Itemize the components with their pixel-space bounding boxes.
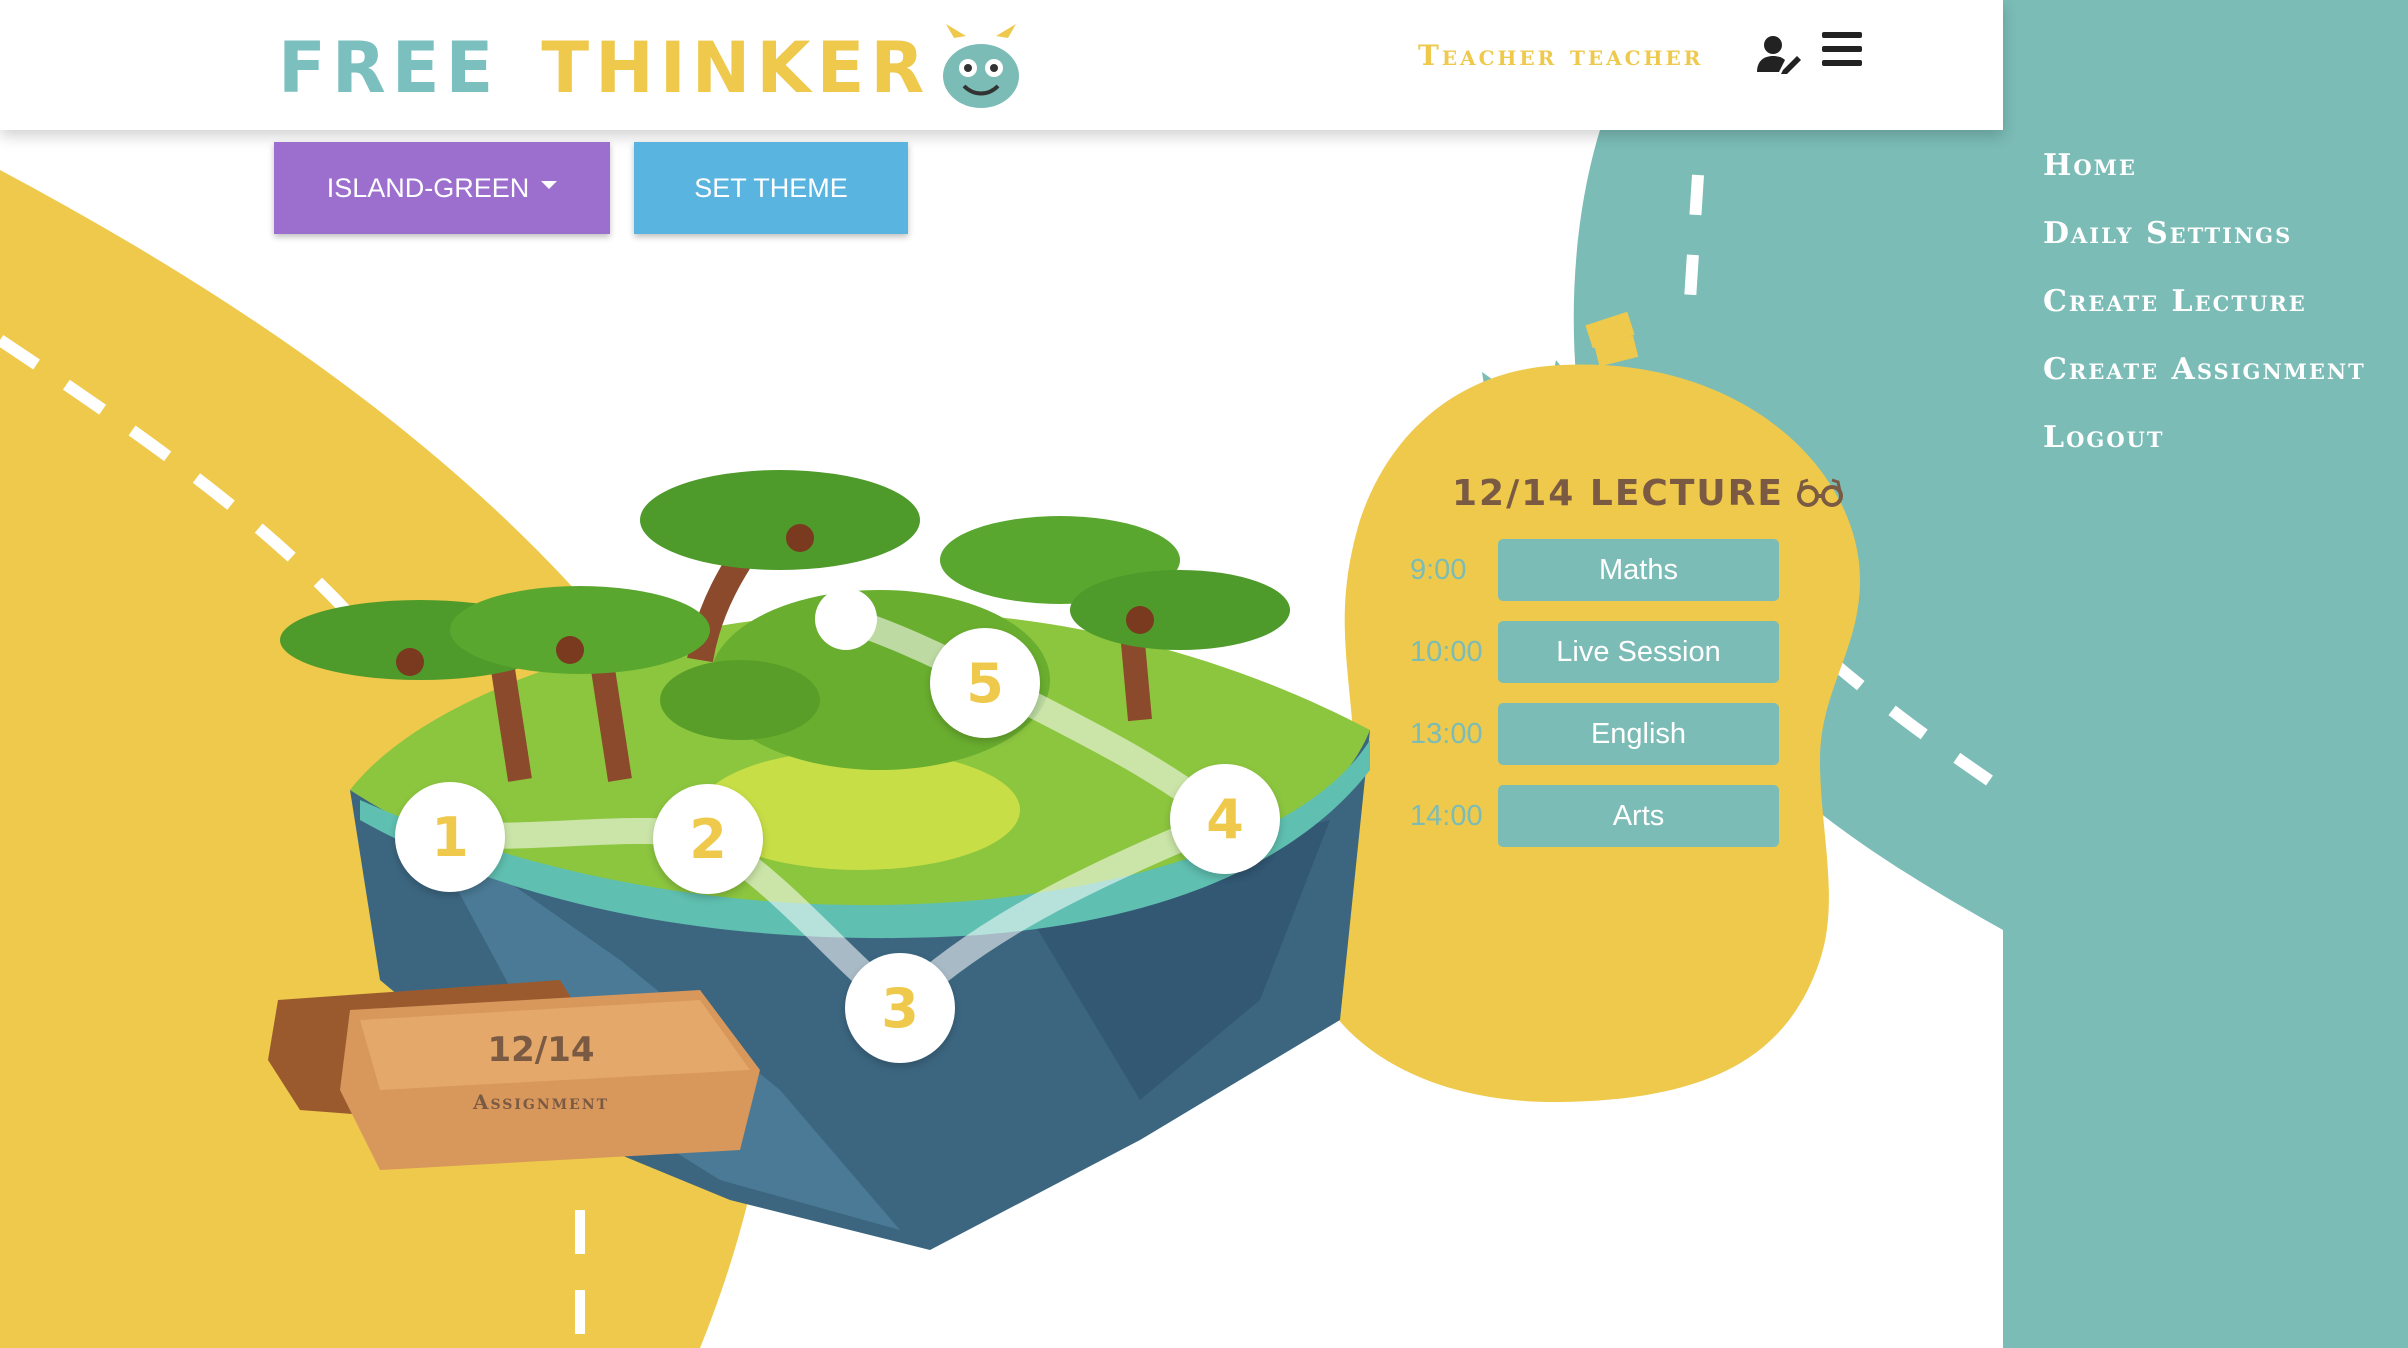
theme-dropdown[interactable]: ISLAND-GREEN — [274, 142, 610, 234]
sidebar-item-create-assignment[interactable]: Create Assignment — [2043, 348, 2366, 392]
app-logo[interactable]: FREE THINKER — [278, 18, 1026, 118]
sidebar-item-daily-settings[interactable]: Daily Settings — [2043, 212, 2292, 256]
set-theme-button[interactable]: SET THEME — [634, 142, 908, 234]
island-node-5[interactable]: 5 — [930, 628, 1040, 738]
assignment-label[interactable]: Assignment — [446, 1090, 636, 1114]
lecture-title-text: 12/14 LECTURE — [1452, 472, 1784, 514]
lesson-time: 10:00 — [1410, 636, 1483, 668]
user-edit-icon[interactable] — [1757, 34, 1801, 74]
user-name[interactable]: Teacher teacher — [1418, 36, 1703, 76]
island-node-3[interactable]: 3 — [845, 953, 955, 1063]
island-node-2[interactable]: 2 — [653, 784, 763, 894]
sidebar-item-home[interactable]: Home — [2043, 144, 2137, 188]
island-start-dot — [815, 588, 877, 650]
lesson-time: 14:00 — [1410, 800, 1483, 832]
sidebar-nav: Home Daily Settings Create Lecture Creat… — [2003, 0, 2408, 1348]
island-node-4[interactable]: 4 — [1170, 764, 1280, 874]
logo-word-thinker: THINKER — [541, 27, 931, 109]
island-node-1[interactable]: 1 — [395, 782, 505, 892]
lesson-button-maths[interactable]: Maths — [1498, 539, 1779, 601]
lesson-time: 13:00 — [1410, 718, 1483, 750]
lesson-button-arts[interactable]: Arts — [1498, 785, 1779, 847]
lesson-time: 9:00 — [1410, 554, 1467, 586]
monster-mascot-icon — [943, 24, 1020, 108]
theme-dropdown-label: ISLAND-GREEN — [326, 172, 530, 203]
logo-word-free: FREE — [278, 27, 500, 109]
lesson-button-english[interactable]: English — [1498, 703, 1779, 765]
glasses-icon — [1796, 478, 1843, 507]
sidebar-item-logout[interactable]: Logout — [2043, 416, 2165, 460]
lecture-title: 12/14 LECTURE — [1452, 468, 1844, 518]
top-header: FREE THINKER Teacher teacher — [0, 0, 2003, 130]
sidebar-item-create-lecture[interactable]: Create Lecture — [2043, 280, 2307, 324]
caret-down-icon — [541, 181, 558, 189]
lesson-button-live-session[interactable]: Live Session — [1498, 621, 1779, 683]
hamburger-menu-icon[interactable] — [1822, 32, 1862, 70]
assignment-date[interactable]: 12/14 — [446, 1030, 636, 1070]
